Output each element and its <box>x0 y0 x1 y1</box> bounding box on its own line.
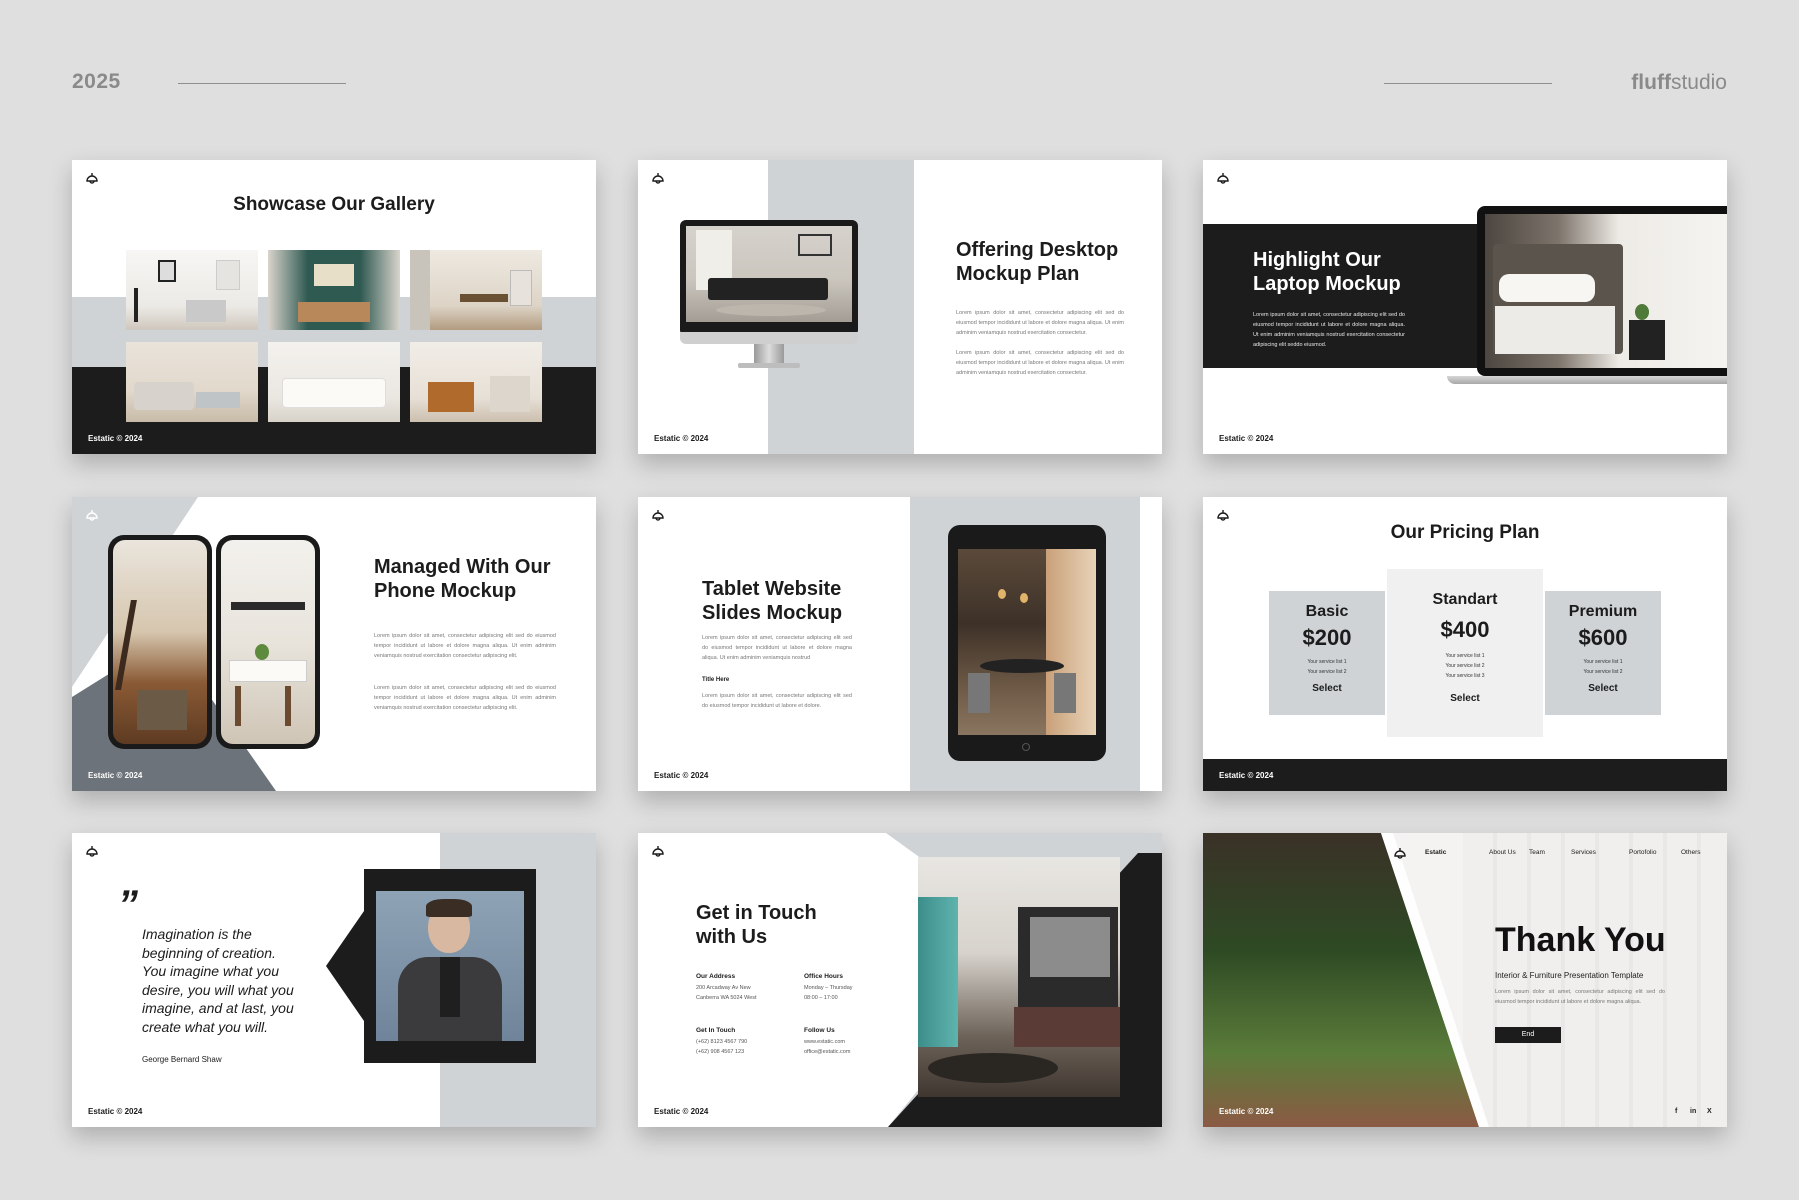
garden-photo-triangle <box>1203 833 1489 1127</box>
body-text: Lorem ipsum dolor sit amet, consectetur … <box>956 310 1124 336</box>
slide-desktop-mockup[interactable]: Offering Desktop Mockup Plan Lorem ipsum … <box>638 160 1162 454</box>
lamp-logo-icon <box>1217 510 1229 521</box>
address-text: 200 Arcadway Av New Canberra WA 5024 West <box>696 985 757 1001</box>
laptop-base <box>1447 376 1727 384</box>
subtitle: Interior & Furniture Presentation Templa… <box>1495 971 1644 980</box>
slide-footer: Estatic © 2024 <box>1219 434 1274 443</box>
body-text: Lorem ipsum dolor sit amet, consectetur … <box>374 685 556 711</box>
gallery-photo[interactable] <box>268 342 400 422</box>
lamp-logo-icon <box>86 510 98 521</box>
quote-mark: ” <box>118 883 138 927</box>
slide-footer: Estatic © 2024 <box>1219 1107 1274 1116</box>
select-button[interactable]: Select <box>1269 683 1385 694</box>
slide-laptop-mockup[interactable]: Highlight Our Laptop Mockup Lorem ipsum d… <box>1203 160 1727 454</box>
slide-quote[interactable]: ” Imagination is the beginning of creatio… <box>72 833 596 1127</box>
slide-contact[interactable]: Get in Touch with Us Our Address 200 Arca… <box>638 833 1162 1127</box>
lamp-logo-icon <box>1217 173 1229 184</box>
slide-title: Get in Touch with Us <box>696 902 817 948</box>
lamp-logo-icon <box>652 510 664 521</box>
web-text[interactable]: www.estatic.com office@estatic.com <box>804 1037 850 1057</box>
slide-footer: Estatic © 2024 <box>654 771 709 780</box>
hours-text: Monday – Thursday 08:00 – 17:00 <box>804 985 853 1001</box>
logo-nav <box>1393 847 1407 861</box>
slide-title: Showcase Our Gallery <box>233 194 435 215</box>
year-label: 2025 <box>72 70 121 93</box>
body-text: Lorem ipsum dolor sit amet, consectetur … <box>702 693 852 709</box>
monitor-base <box>738 363 800 368</box>
phone-mockup-right <box>216 535 320 749</box>
slide-thank-you[interactable]: Estatic About Us Team Services Portofoli… <box>1203 833 1727 1127</box>
gallery-photo[interactable] <box>126 250 258 330</box>
desktop-monitor <box>680 220 858 336</box>
gallery-photo[interactable] <box>126 342 258 422</box>
hours-label: Office Hours <box>804 973 844 980</box>
nav-services[interactable]: Services <box>1571 849 1596 856</box>
slide-title: Managed With Our Phone Mockup <box>374 556 551 602</box>
lamp-logo-icon <box>86 173 98 184</box>
pricing-card-premium[interactable]: Premium $600 Your service list 1 Your se… <box>1545 591 1661 715</box>
linkedin-icon[interactable]: in <box>1690 1108 1696 1115</box>
tablet-screen <box>958 549 1096 735</box>
end-button[interactable]: End <box>1495 1027 1561 1043</box>
lamp-logo-icon <box>652 846 664 857</box>
select-button[interactable]: Select <box>1545 683 1661 694</box>
slide-footer: Estatic © 2024 <box>1219 771 1274 780</box>
quote-text: Imagination is the beginning of creation.… <box>142 926 294 1035</box>
slide-pricing[interactable]: Our Pricing Plan Basic $200 Your service… <box>1203 497 1727 791</box>
select-button[interactable]: Select <box>1387 693 1543 704</box>
body-text: Lorem ipsum dolor sit amet, consectetur … <box>374 633 556 659</box>
nav-brand[interactable]: Estatic <box>1425 849 1446 856</box>
lamp-logo-icon <box>652 173 664 184</box>
phone-mockup-left <box>108 535 212 749</box>
slide-footer: Estatic © 2024 <box>654 1107 709 1116</box>
slide-tablet-mockup[interactable]: Tablet Website Slides Mockup Lorem ipsum … <box>638 497 1162 791</box>
x-icon[interactable]: X <box>1707 1108 1712 1115</box>
gallery-photo[interactable] <box>268 250 400 330</box>
slide-title: Offering Desktop Mockup Plan <box>956 239 1119 285</box>
slide-title: Our Pricing Plan <box>1390 522 1540 543</box>
tablet-home-button <box>1022 743 1030 751</box>
facebook-icon[interactable]: f <box>1675 1108 1677 1115</box>
dark-footer-bar <box>1203 759 1727 791</box>
phone-text: (+62) 8123 4567 790 (+62) 908 4567 123 <box>696 1039 748 1055</box>
lamp-logo-icon <box>86 846 98 857</box>
slide-footer: Estatic © 2024 <box>88 434 143 443</box>
monitor-screen <box>686 226 852 322</box>
gallery-photo[interactable] <box>410 250 542 330</box>
subheading: Title Here <box>702 677 730 683</box>
pricing-card-basic[interactable]: Basic $200 Your service list 1 Your serv… <box>1269 591 1385 715</box>
body-text: Lorem ipsum dolor sit amet, consectetur … <box>1495 989 1665 1005</box>
nav-about[interactable]: About Us <box>1489 849 1516 856</box>
thank-you-title: Thank You <box>1495 921 1666 959</box>
quote-author: George Bernard Shaw <box>142 1055 222 1064</box>
body-text: Lorem ipsum dolor sit amet, consectetur … <box>702 635 852 661</box>
monitor-stand <box>754 344 784 364</box>
nav-portfolio[interactable]: Portofolio <box>1629 849 1656 856</box>
monitor-chin <box>680 332 858 344</box>
address-label: Our Address <box>696 973 736 980</box>
laptop-screen <box>1485 214 1727 368</box>
gallery-photo[interactable] <box>410 342 542 422</box>
slide-gallery[interactable]: Showcase Our Gallery Estatic © 2024 <box>72 160 596 454</box>
nav-team[interactable]: Team <box>1529 849 1545 856</box>
interior-photo <box>918 857 1120 1097</box>
slide-title: Highlight Our Laptop Mockup <box>1253 249 1401 295</box>
body-text: Lorem ipsum dolor sit amet, consectetur … <box>956 350 1124 376</box>
portrait-photo <box>376 891 524 1041</box>
brand-logo-text: fluffstudio <box>1631 71 1727 94</box>
pricing-card-standart[interactable]: Standart $400 Your service list 1 Your s… <box>1387 569 1543 737</box>
header-rule-left <box>178 83 346 84</box>
slide-footer: Estatic © 2024 <box>88 1107 143 1116</box>
body-text: Lorem ipsum dolor sit amet, consectetur … <box>1253 312 1405 348</box>
slide-footer: Estatic © 2024 <box>88 771 143 780</box>
slide-title: Tablet Website Slides Mockup <box>702 578 843 624</box>
slide-phone-mockup[interactable]: Managed With Our Phone Mockup Lorem ipsum… <box>72 497 596 791</box>
touch-label: Get In Touch <box>696 1027 736 1034</box>
slide-footer: Estatic © 2024 <box>654 434 709 443</box>
follow-label: Follow Us <box>804 1027 835 1034</box>
nav-others[interactable]: Others <box>1681 849 1701 856</box>
header-rule-right <box>1384 83 1552 84</box>
